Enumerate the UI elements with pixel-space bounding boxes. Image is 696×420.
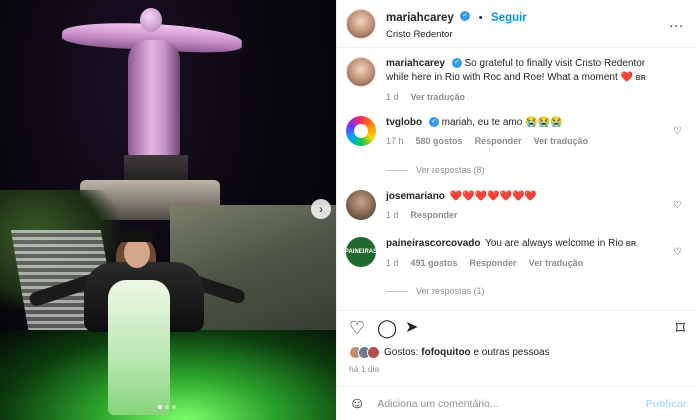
comment-like-heart-icon[interactable]: ♡ (673, 126, 682, 137)
follow-button[interactable]: Seguir (491, 12, 527, 24)
person-dress (108, 280, 170, 415)
comments-list: mariahcarey ✓ So grateful to finally vis… (337, 49, 696, 309)
send-icon[interactable]: ➤ (405, 319, 418, 337)
emoji-icon[interactable]: ☺ (349, 395, 365, 413)
comment-time[interactable]: 17 h (386, 136, 404, 146)
author-meta: mariahcarey ✓ • Seguir Cristo Redentor (386, 8, 527, 40)
comment-icon[interactable]: ◯ (377, 319, 397, 337)
divider (386, 290, 408, 292)
commenter-username[interactable]: josemariano (386, 191, 445, 202)
liker-username[interactable]: fofoquitoo (421, 347, 470, 358)
person-cap (120, 228, 154, 242)
comment-text: mariah, eu te amo (441, 117, 523, 128)
comment-time[interactable]: 1 d (386, 210, 399, 220)
post-header: mariahcarey ✓ • Seguir Cristo Redentor .… (337, 0, 696, 48)
author-username[interactable]: mariahcarey (386, 12, 454, 24)
reply-button[interactable]: Responder (411, 210, 458, 220)
posted-time[interactable]: há 1 dia (349, 364, 379, 374)
comment-emoji: 😭😭😭 (525, 117, 563, 128)
comment-like-heart-icon[interactable]: ♡ (673, 200, 682, 211)
view-replies-button[interactable]: Ver respostas (8) (386, 165, 485, 175)
caption: mariahcarey ✓ So grateful to finally vis… (346, 57, 688, 102)
more-options-icon[interactable]: ... (669, 14, 684, 30)
caption-username[interactable]: mariahcarey (386, 58, 445, 69)
view-replies-button[interactable]: Ver respostas (1) (386, 286, 485, 296)
comment-input[interactable] (377, 397, 628, 410)
commenter-avatar[interactable] (346, 190, 376, 220)
reply-button[interactable]: Responder (470, 258, 517, 268)
statue-body (128, 40, 180, 158)
person-face (124, 238, 150, 268)
commenter-username[interactable]: paineirascorcovado (386, 238, 480, 249)
view-replies-label: Ver respostas (1) (416, 286, 485, 296)
comment-likes[interactable]: 580 gostos (416, 136, 463, 146)
likes-text: Gostos: fofoquitoo e outras pessoas (384, 347, 550, 358)
carousel-dot (165, 405, 169, 409)
chevron-right-icon: › (319, 202, 323, 216)
bookmark-icon[interactable]: ⌑ (676, 319, 685, 337)
comment-item: tvglobo ✓ mariah, eu te amo 😭😭😭 17 h 580… (346, 116, 688, 146)
avatar-logo-text: PAINEIRAS (344, 249, 378, 255)
region-badge: BR (625, 241, 637, 248)
author-avatar[interactable] (346, 8, 376, 39)
view-replies-label: Ver respostas (8) (416, 165, 485, 175)
statue-head (140, 8, 162, 32)
region-badge: BR (635, 75, 646, 82)
likes-summary[interactable]: Gostos: fofoquitoo e outras pessoas (349, 346, 550, 359)
post-location[interactable]: Cristo Redentor (386, 29, 527, 40)
carousel-dot (158, 405, 162, 409)
divider (386, 169, 408, 171)
likes-prefix: Gostos: (384, 347, 422, 358)
caption-time[interactable]: 1 d (386, 92, 399, 102)
comment-like-heart-icon[interactable]: ♡ (673, 247, 682, 258)
action-bar: ♡ ◯ ➤ ⌑ (337, 310, 696, 346)
carousel-dot (172, 405, 176, 409)
liker-avatar (367, 346, 380, 359)
comment-likes[interactable]: 491 gostos (411, 258, 458, 268)
see-translation-link[interactable]: Ver tradução (411, 92, 466, 102)
comment-emoji: ❤️❤️❤️❤️❤️❤️❤️ (449, 191, 537, 202)
caption-emoji: ❤️ (620, 72, 634, 83)
commenter-username[interactable]: tvglobo (386, 117, 422, 128)
commenter-avatar[interactable]: PAINEIRAS (344, 237, 378, 267)
post-photo[interactable]: › (0, 0, 336, 420)
comment-composer: ☺ Publicar (337, 386, 696, 420)
verified-badge-icon: ✓ (460, 11, 471, 22)
comment-item: PAINEIRAS paineirascorcovado You are alw… (344, 237, 688, 268)
carousel-next-button[interactable]: › (311, 199, 331, 219)
commenter-avatar[interactable] (346, 116, 376, 146)
comment-text: You are always welcome in Rio (485, 238, 624, 249)
verified-badge-icon: ✓ (428, 117, 439, 128)
instagram-post: › mariahcarey ✓ • Seguir Cristo Redentor… (0, 0, 696, 420)
comment-item: josemariano ❤️❤️❤️❤️❤️❤️❤️ 1 d Responder… (346, 190, 688, 220)
likes-suffix: e outras pessoas (470, 347, 550, 358)
post-details-panel: mariahcarey ✓ • Seguir Cristo Redentor .… (336, 0, 696, 420)
see-translation-link[interactable]: Ver tradução (529, 258, 584, 268)
heart-outline-icon[interactable]: ♡ (349, 319, 365, 337)
comment-time[interactable]: 1 d (386, 258, 399, 268)
see-translation-link[interactable]: Ver tradução (534, 136, 589, 146)
verified-badge-icon: ✓ (451, 58, 462, 69)
separator: • (478, 11, 483, 24)
reply-button[interactable]: Responder (475, 136, 522, 146)
caption-avatar[interactable] (346, 57, 376, 87)
carousel-indicator (158, 405, 176, 409)
publish-button[interactable]: Publicar (646, 398, 687, 410)
